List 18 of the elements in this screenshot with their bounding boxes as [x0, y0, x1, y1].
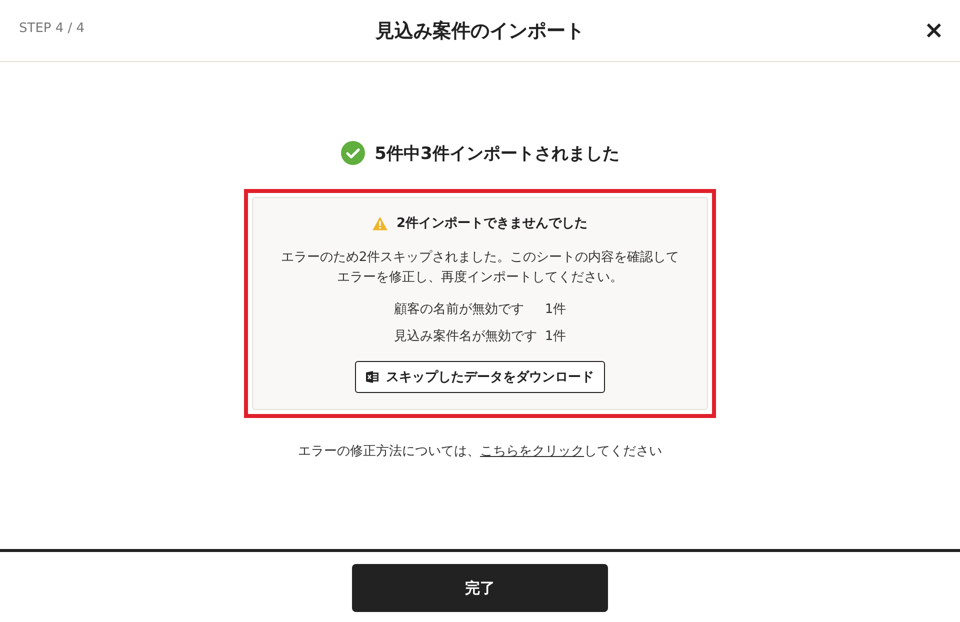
dialog-title: 見込み案件のインポート [376, 18, 584, 44]
step-indicator: STEP 4 / 4 [19, 21, 85, 36]
success-check-icon [340, 141, 365, 165]
warning-icon [372, 216, 388, 230]
result-title: 5件中3件インポートされました [374, 142, 620, 164]
warning-message-line: エラーのため2件スキップされました。このシートの内容を確認して [280, 249, 680, 267]
error-label: 見込み案件名が無効です [394, 328, 537, 345]
error-label: 顧客の名前が無効です [394, 301, 525, 318]
warning-message-line: エラーを修正し、再度インポートしてください。 [337, 269, 623, 287]
help-link[interactable]: こちらをクリック [480, 444, 584, 459]
help-text: エラーの修正方法については、こちらをクリック してください [298, 443, 662, 460]
error-count: 1件 [544, 328, 566, 345]
close-button[interactable]: × [924, 18, 944, 42]
spreadsheet-icon [366, 371, 379, 383]
download-button[interactable]: スキップしたデータをダウンロード [355, 361, 605, 393]
done-button[interactable]: 完了 [352, 564, 608, 612]
error-count: 1件 [544, 301, 566, 318]
warning-title: 2件インポートできませんでした [396, 215, 588, 232]
